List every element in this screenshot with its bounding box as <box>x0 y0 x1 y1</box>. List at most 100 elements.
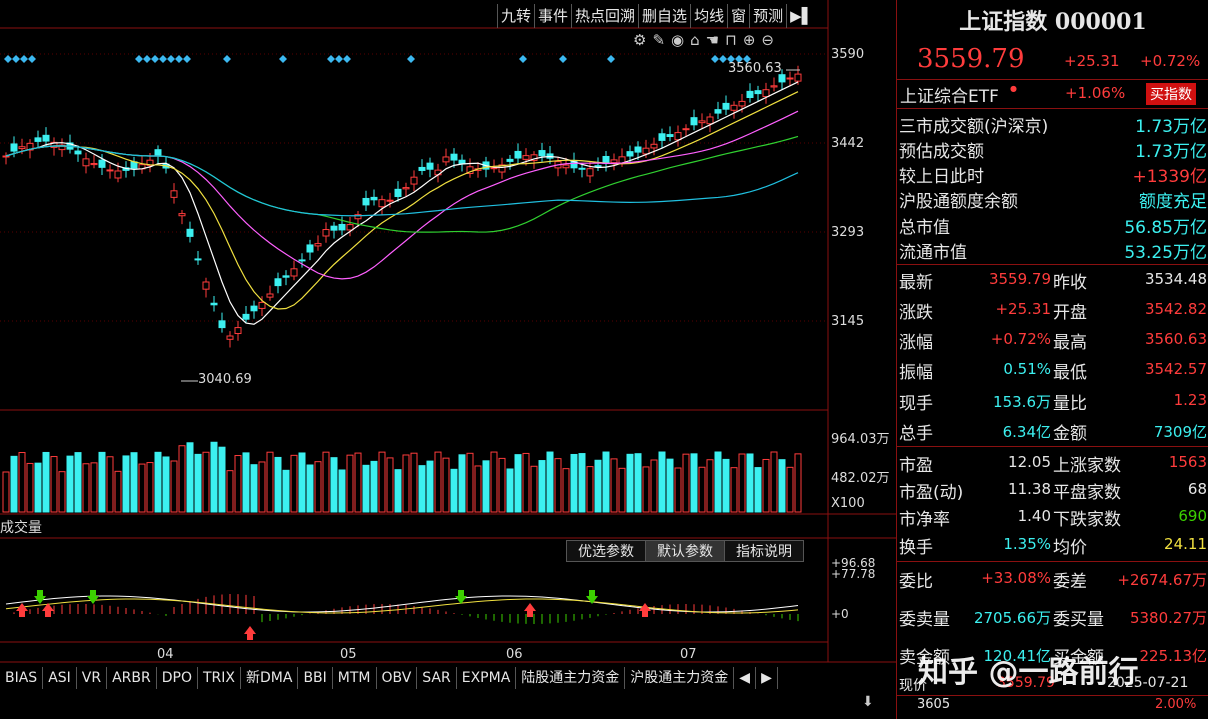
default-params-tab[interactable]: 默认参数 <box>645 540 724 562</box>
eye-icon[interactable]: ◉ <box>671 31 684 49</box>
indicator-tab-sar[interactable]: SAR <box>417 667 457 689</box>
indicator-tab-hugutong[interactable]: 沪股通主力资金 <box>625 667 735 689</box>
volume-bar <box>346 454 354 513</box>
volume-bar <box>26 462 34 513</box>
tab-scroll-right-icon[interactable]: ▶ <box>756 667 778 689</box>
quote-key: 涨幅 <box>899 333 933 353</box>
volume-bar <box>178 445 186 513</box>
volume-bar <box>674 467 682 513</box>
candle <box>386 199 394 202</box>
etf-label[interactable]: 上证综合ETF <box>900 82 999 107</box>
candle <box>314 243 322 247</box>
indicator-tab-vr[interactable]: VR <box>77 667 108 689</box>
lock-icon[interactable]: ⊓ <box>725 31 737 49</box>
hand-icon[interactable]: ☚ <box>706 31 719 49</box>
volume-bar <box>642 466 650 513</box>
toolbar-hot-review-button[interactable]: 热点回溯 <box>571 4 638 28</box>
candle <box>642 147 650 155</box>
candle <box>650 143 658 149</box>
indicator-tab-mtm[interactable]: MTM <box>333 667 377 689</box>
month-label: 05 <box>340 647 357 662</box>
candle <box>378 199 386 208</box>
draw-pen-icon[interactable]: ✎ <box>652 31 665 49</box>
market-key: 总市值 <box>899 218 950 238</box>
indicator-tab-obv[interactable]: OBV <box>377 667 418 689</box>
candle <box>458 159 466 165</box>
toolbar-ma-button[interactable]: 均线 <box>690 4 727 28</box>
toolbar-event-button[interactable]: 事件 <box>534 4 571 28</box>
candle <box>658 133 666 141</box>
indicator-tab-trix[interactable]: TRIX <box>198 667 241 689</box>
candle <box>170 190 178 198</box>
indicator-tab-bias[interactable]: BIAS <box>0 667 44 689</box>
candle <box>42 134 50 142</box>
volume-bar <box>578 453 586 513</box>
volume-bar <box>570 453 578 513</box>
tab-scroll-left-icon[interactable]: ◀ <box>734 667 757 689</box>
candle <box>82 158 90 167</box>
volume-bar <box>378 451 386 513</box>
indicator-tab-arbr[interactable]: ARBR <box>107 667 157 689</box>
volume-bar <box>402 454 410 513</box>
chart-tool-icons: ⚙ ✎ ◉ ⌂ ☚ ⊓ ⊕ ⊖ <box>633 31 774 49</box>
zoom-out-icon[interactable]: ⊖ <box>761 31 774 49</box>
quote-value: 7309亿 <box>1153 423 1207 441</box>
volume-axis-label: 964.03万 <box>831 432 890 447</box>
volume-bar <box>282 469 290 513</box>
quote-value: +25.31 <box>995 300 1051 318</box>
volume-axis-label: X100 <box>831 496 865 511</box>
candle <box>730 104 738 111</box>
candle <box>306 244 314 253</box>
order-key: 委差 <box>1053 572 1087 592</box>
indicator-tab-dpo[interactable]: DPO <box>157 667 198 689</box>
settings-icon[interactable]: ⚙ <box>633 31 646 49</box>
camera-icon[interactable]: ⌂ <box>690 31 700 49</box>
market-key: 流通市值 <box>899 243 967 263</box>
volume-bar <box>482 460 490 513</box>
candle <box>34 137 42 142</box>
candle <box>514 150 522 159</box>
toolbar-forecast-button[interactable]: 预测 <box>749 4 786 28</box>
indicator-help-tab[interactable]: 指标说明 <box>724 540 804 562</box>
kline-chart[interactable] <box>0 0 896 719</box>
volume-bar <box>730 467 738 513</box>
etf-pct: +1.06% <box>1065 84 1126 102</box>
volume-bar <box>658 451 666 513</box>
volume-bar <box>354 452 362 513</box>
toolbar-window-button[interactable]: 窗 <box>727 4 749 28</box>
volume-bar <box>90 462 98 513</box>
volume-bar <box>754 467 762 513</box>
candle <box>402 187 410 190</box>
toolbar-remove-watch-button[interactable]: 删自选 <box>638 4 690 28</box>
candle <box>186 228 194 237</box>
volume-bar <box>202 451 210 513</box>
indicator-tab-dma[interactable]: 新DMA <box>241 667 299 689</box>
valuation-value: 1563 <box>1168 453 1207 471</box>
zoom-in-icon[interactable]: ⊕ <box>743 31 756 49</box>
macd-axis-label: +0 <box>831 607 849 621</box>
candle <box>226 335 234 340</box>
indicator-tab-asi[interactable]: ASI <box>43 667 77 689</box>
indicator-tab-expma[interactable]: EXPMA <box>457 667 517 689</box>
indicator-tab-bbi[interactable]: BBI <box>298 667 333 689</box>
quote-value: 0.51% <box>1003 360 1051 378</box>
order-value: 2705.66万 <box>973 609 1051 627</box>
toolbar-jiuzhuan-button[interactable]: 九转 <box>497 4 534 28</box>
chart-toolbar: 九转 事件 热点回溯 删自选 均线 窗 预测 ▶▌ <box>497 4 816 28</box>
volume-bar <box>370 460 378 513</box>
quote-key: 量比 <box>1053 394 1087 414</box>
valuation-key: 平盘家数 <box>1053 483 1121 503</box>
optimal-params-tab[interactable]: 优选参数 <box>566 540 645 562</box>
order-key: 委卖量 <box>899 610 950 630</box>
volume-bar <box>426 460 434 513</box>
candle <box>218 320 226 329</box>
order-value: +2674.67万 <box>1117 571 1207 589</box>
download-arrow-icon[interactable]: ⬇ <box>862 694 874 710</box>
candle <box>330 225 338 231</box>
indicator-tab-lugutong[interactable]: 陆股通主力资金 <box>516 667 626 689</box>
market-key: 沪股通额度余额 <box>899 192 1018 212</box>
buy-index-button[interactable]: 买指数 <box>1146 83 1196 105</box>
toolbar-collapse-button[interactable]: ▶▌ <box>786 4 816 28</box>
volume-bar <box>618 467 626 513</box>
candle <box>666 134 674 137</box>
